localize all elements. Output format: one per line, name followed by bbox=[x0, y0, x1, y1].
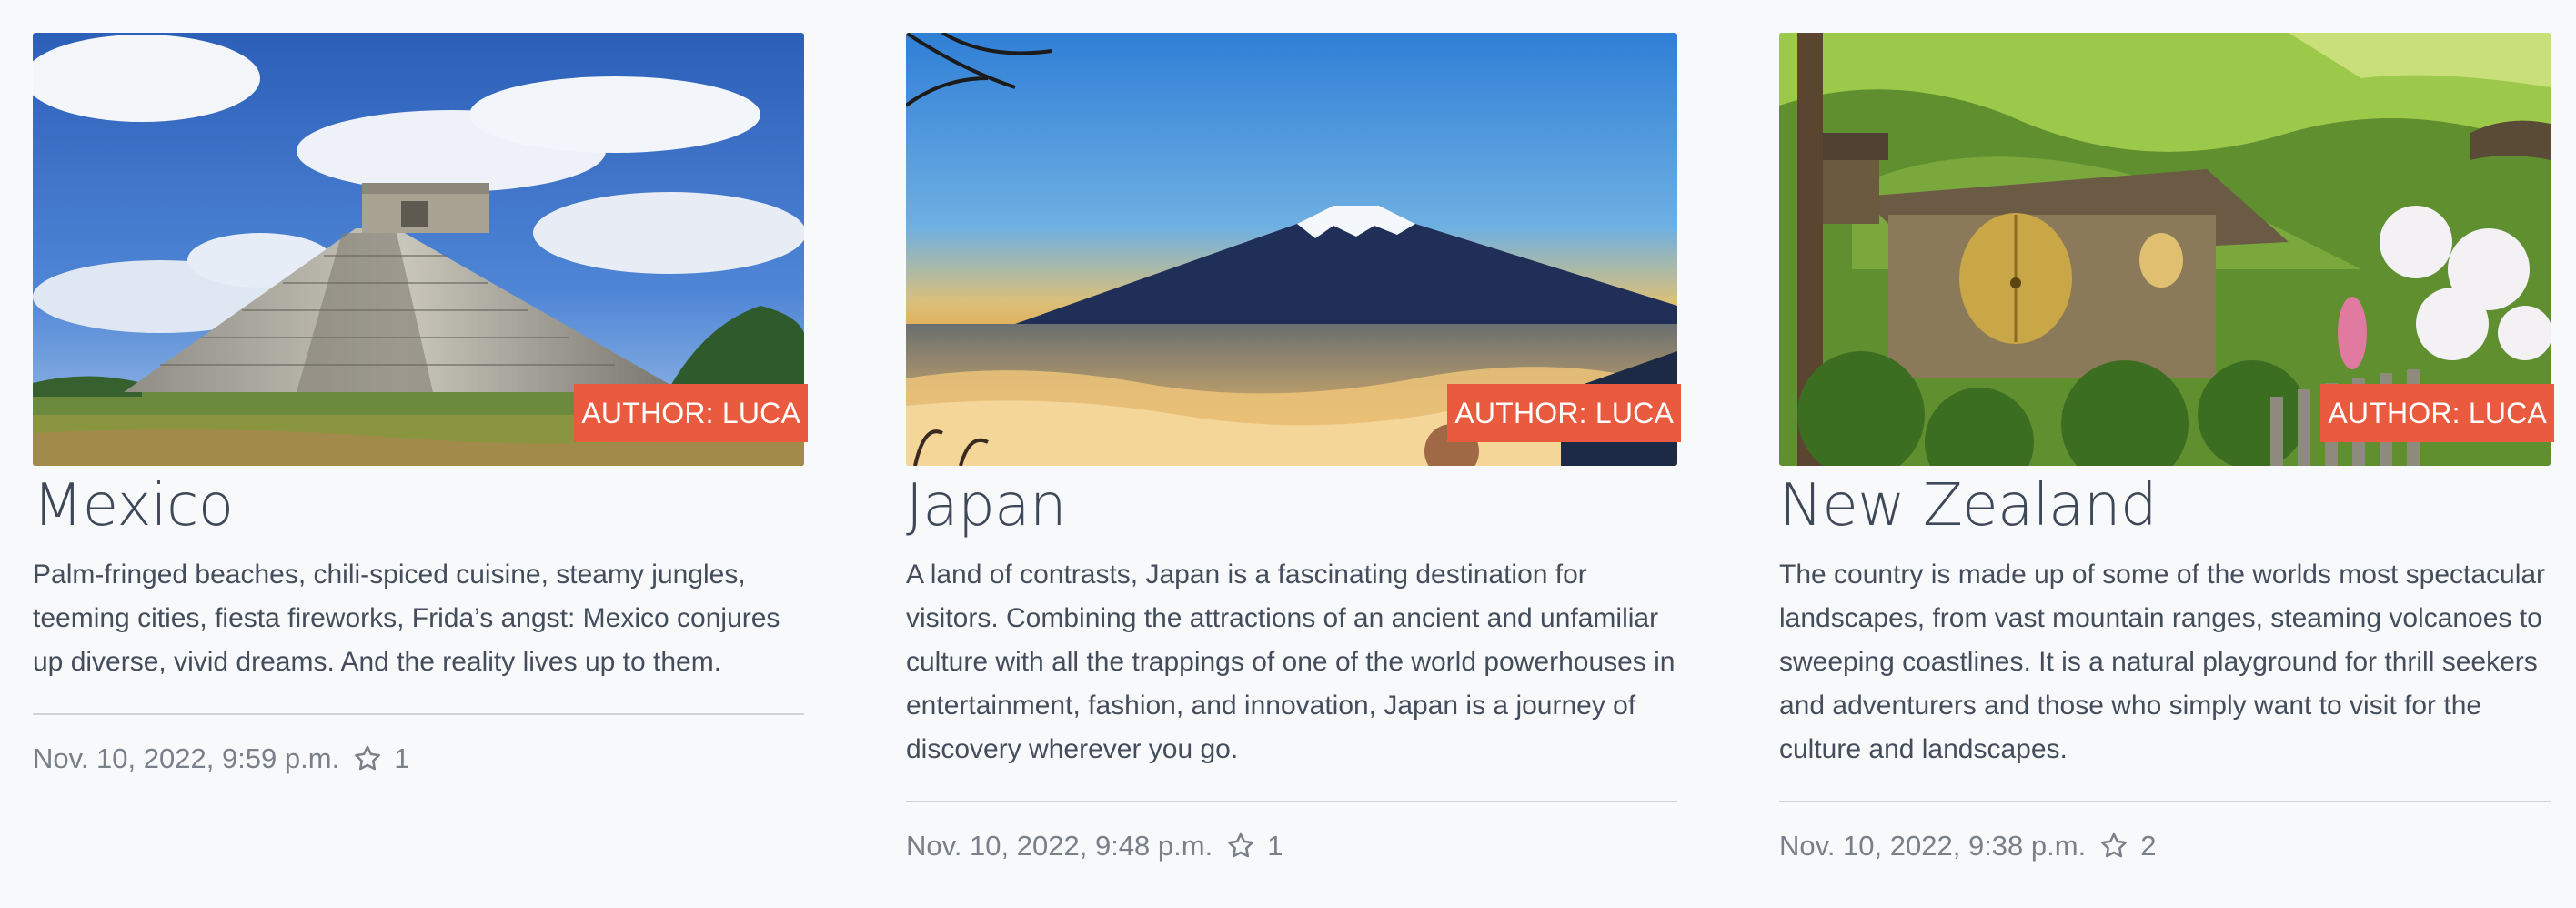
card-meta: Nov. 10, 2022, 9:59 p.m. 1 bbox=[33, 742, 804, 775]
card-title[interactable]: Japan bbox=[906, 473, 1677, 539]
star-outline-icon[interactable] bbox=[2098, 831, 2129, 862]
card-title[interactable]: Mexico bbox=[33, 473, 804, 539]
card-date: Nov. 10, 2022, 9:48 p.m. bbox=[906, 830, 1213, 862]
card-divider bbox=[1779, 801, 2551, 802]
card-divider bbox=[33, 713, 804, 715]
card-title[interactable]: New Zealand bbox=[1779, 473, 2551, 539]
card-image[interactable]: AUTHOR: LUCA bbox=[906, 33, 1681, 466]
destination-card[interactable]: AUTHOR: LUCA Japan A land of contrasts, … bbox=[906, 33, 1681, 863]
star-count: 1 bbox=[1267, 830, 1283, 862]
card-description: A land of contrasts, Japan is a fascinat… bbox=[906, 560, 1675, 764]
card-description: Palm-fringed beaches, chili-spiced cuisi… bbox=[33, 560, 780, 677]
card-meta: Nov. 10, 2022, 9:38 p.m. 2 bbox=[1779, 830, 2551, 863]
card-image[interactable]: AUTHOR: LUCA bbox=[33, 33, 808, 466]
destination-grid: AUTHOR: LUCA Mexico Palm-fringed beaches… bbox=[33, 33, 2554, 863]
author-badge[interactable]: AUTHOR: LUCA bbox=[1447, 384, 1681, 442]
card-description: The country is made up of some of the wo… bbox=[1779, 560, 2546, 764]
star-outline-icon[interactable] bbox=[1225, 831, 1256, 862]
destination-card[interactable]: AUTHOR: LUCA Mexico Palm-fringed beaches… bbox=[33, 33, 808, 863]
star-outline-icon[interactable] bbox=[352, 743, 383, 774]
author-badge[interactable]: AUTHOR: LUCA bbox=[574, 384, 808, 442]
star-count: 2 bbox=[2140, 830, 2157, 862]
card-image[interactable]: AUTHOR: LUCA bbox=[1779, 33, 2554, 466]
author-badge[interactable]: AUTHOR: LUCA bbox=[2320, 384, 2554, 442]
card-meta: Nov. 10, 2022, 9:48 p.m. 1 bbox=[906, 830, 1677, 863]
destination-card[interactable]: AUTHOR: LUCA New Zealand The country is … bbox=[1779, 33, 2554, 863]
card-date: Nov. 10, 2022, 9:59 p.m. bbox=[33, 742, 340, 774]
card-divider bbox=[906, 801, 1677, 802]
card-date: Nov. 10, 2022, 9:38 p.m. bbox=[1779, 830, 2087, 862]
star-count: 1 bbox=[394, 742, 410, 774]
